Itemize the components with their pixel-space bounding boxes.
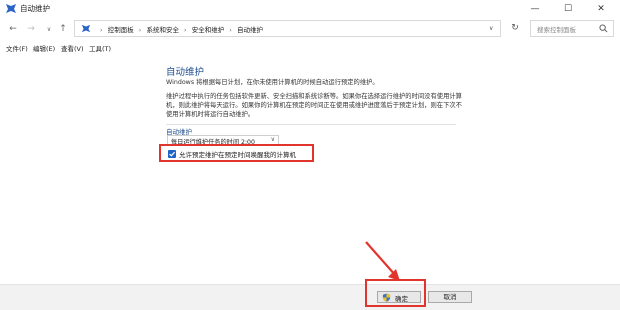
page-title: 自动维护	[166, 67, 205, 78]
cancel-button[interactable]: 取消	[428, 291, 472, 303]
breadcrumb-control-panel[interactable]: 控制面板	[108, 26, 134, 34]
search-input[interactable]: 搜索控制面板	[530, 20, 614, 37]
breadcrumb-separator: ›	[138, 26, 142, 34]
breadcrumb-auto-maintenance[interactable]: 自动维护	[237, 26, 263, 34]
title-bar: 自动维护 — ☐ ✕	[0, 0, 620, 18]
menu-file[interactable]: 文件(F)	[6, 43, 28, 53]
breadcrumb-separator: ›	[100, 26, 103, 34]
address-bar[interactable]: › 控制面板 › 系统和安全 › 安全和维护 › 自动维护 ∨	[74, 20, 501, 37]
address-dropdown-button[interactable]: ∨	[489, 25, 493, 32]
uac-shield-icon	[382, 293, 391, 302]
menu-edit[interactable]: 编辑(E)	[33, 43, 55, 53]
maximize-button[interactable]: ☐	[555, 0, 581, 18]
ok-button[interactable]: 确定	[377, 291, 421, 303]
dialog-footer	[0, 284, 620, 310]
breadcrumb-system-security[interactable]: 系统和安全	[146, 26, 179, 34]
search-placeholder: 搜索控制面板	[537, 26, 576, 34]
menu-bar: 文件(F) 编辑(E) 查看(V) 工具(T)	[0, 42, 620, 54]
intro-text: Windows 将根据每日计划，在你未使用计算机的时候自动运行预定的维护。	[166, 79, 379, 86]
menu-tools[interactable]: 工具(T)	[89, 43, 111, 53]
recent-locations-button[interactable]: ∨	[42, 22, 56, 36]
menu-view[interactable]: 查看(V)	[61, 43, 84, 53]
back-button[interactable]: ←	[6, 22, 20, 36]
chevron-down-icon: ∨	[270, 136, 275, 143]
breadcrumb: › 控制面板 › 系统和安全 › 安全和维护 › 自动维护	[97, 24, 263, 34]
ok-button-label: 确定	[395, 295, 408, 303]
wake-computer-label[interactable]: 允许预定维护在预定时间唤醒我的计算机	[179, 149, 296, 159]
navigation-bar: ← → ∨ ↑ › 控制面板 › 系统和安全 › 安全和维护 › 自动维护 ∨	[0, 18, 620, 40]
forward-button[interactable]: →	[24, 22, 38, 36]
window-title: 自动维护	[20, 4, 50, 13]
search-icon	[599, 24, 608, 33]
breadcrumb-separator: ›	[184, 26, 187, 34]
refresh-button[interactable]: ↻	[508, 21, 522, 35]
divider	[166, 124, 456, 125]
minimize-button[interactable]: —	[522, 0, 548, 18]
up-button[interactable]: ↑	[56, 22, 70, 36]
breadcrumb-security-maintenance[interactable]: 安全和维护	[192, 26, 225, 34]
control-panel-icon	[81, 24, 91, 33]
details-text: 维护过程中执行的任务包括软件更新、安全扫描和系统诊断等。如果你在选择运行维护的时…	[166, 93, 462, 118]
breadcrumb-separator: ›	[229, 26, 232, 34]
wake-computer-checkbox[interactable]	[168, 150, 176, 158]
close-button[interactable]: ✕	[588, 0, 614, 18]
control-panel-icon	[6, 4, 16, 13]
checkmark-icon	[169, 151, 176, 157]
main-content: 自动维护 Windows 将根据每日计划，在你未使用计算机的时候自动运行预定的维…	[0, 55, 620, 285]
